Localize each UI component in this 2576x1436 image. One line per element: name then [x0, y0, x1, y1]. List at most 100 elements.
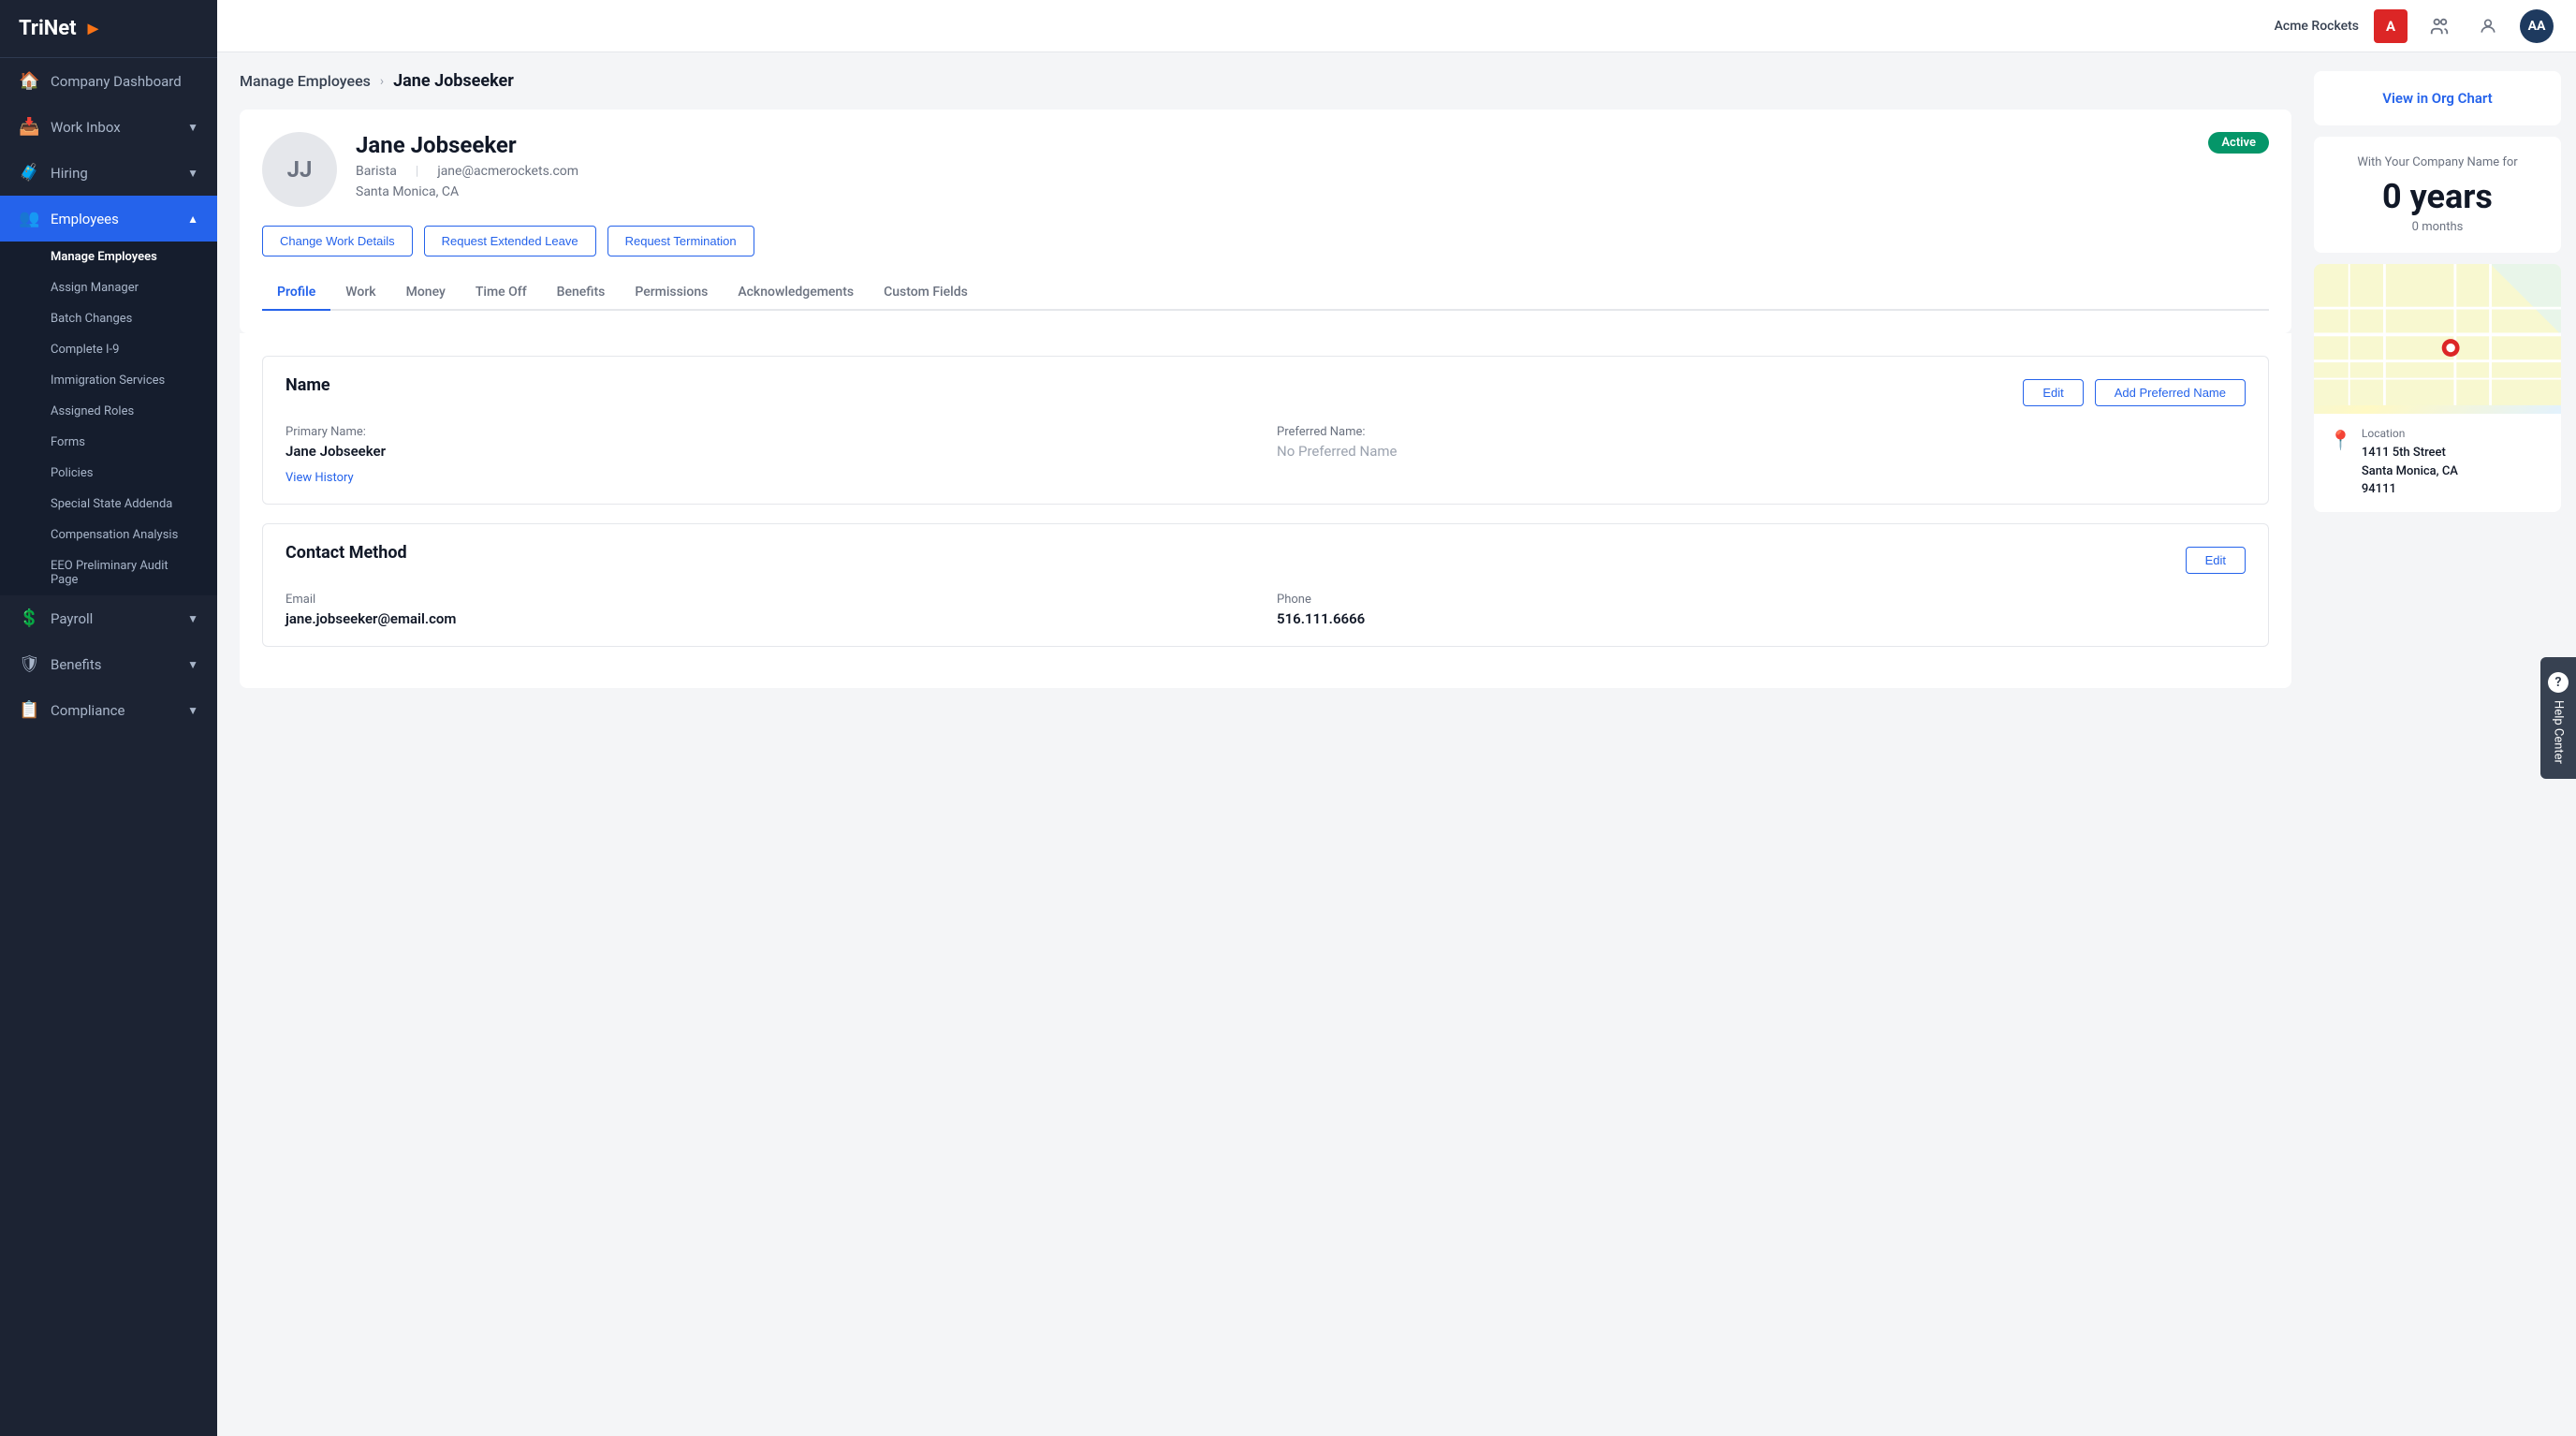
- tab-time-off[interactable]: Time Off: [461, 275, 542, 311]
- topbar: Acme Rockets A AA: [217, 0, 2576, 52]
- org-chart-card: View in Org Chart: [2314, 71, 2561, 125]
- tab-benefits[interactable]: Benefits: [542, 275, 621, 311]
- employee-card: JJ Jane Jobseeker Barista | jane@acmeroc…: [240, 110, 2291, 333]
- breadcrumb: Manage Employees › Jane Jobseeker: [240, 71, 2291, 91]
- view-history-link[interactable]: View History: [285, 471, 354, 485]
- user-avatar[interactable]: AA: [2520, 9, 2554, 43]
- logo-arrow: ►: [84, 17, 103, 40]
- breadcrumb-current: Jane Jobseeker: [393, 71, 514, 91]
- status-badge: Active: [2208, 132, 2269, 154]
- sidebar-item-benefits[interactable]: 🛡 Benefits ▼: [0, 641, 217, 687]
- tenure-years: 0 years: [2333, 177, 2542, 216]
- email-label: Email: [285, 593, 1254, 607]
- company-name: Acme Rockets: [2275, 19, 2359, 34]
- contact-edit-button[interactable]: Edit: [2186, 547, 2246, 574]
- preferred-name-field: Preferred Name: No Preferred Name: [1277, 425, 2246, 485]
- sidebar-item-assign-manager[interactable]: Assign Manager: [0, 272, 217, 303]
- contact-grid: Email jane.jobseeker@email.com Phone 516…: [285, 593, 2246, 627]
- tab-acknowledgements[interactable]: Acknowledgements: [723, 275, 869, 311]
- location-info: 📍 Location 1411 5th Street Santa Monica,…: [2314, 414, 2561, 512]
- chevron-down-icon: ▼: [187, 167, 198, 180]
- sidebar-item-batch-changes[interactable]: Batch Changes: [0, 303, 217, 334]
- email-value: jane.jobseeker@email.com: [285, 610, 1254, 627]
- breadcrumb-separator: ›: [380, 74, 384, 89]
- contact-section-card: Contact Method Edit Email jane.jobseeker…: [262, 523, 2269, 647]
- compliance-icon: 📋: [19, 700, 39, 720]
- request-termination-button[interactable]: Request Termination: [607, 226, 754, 256]
- name-section-header: Name Edit Add Preferred Name: [285, 375, 2246, 410]
- contact-section-header: Contact Method Edit: [285, 543, 2246, 578]
- tenure-card: With Your Company Name for 0 years 0 mon…: [2314, 137, 2561, 253]
- user-icon-button[interactable]: [2471, 9, 2505, 43]
- primary-name-label: Primary Name:: [285, 425, 1254, 439]
- employee-actions: Change Work Details Request Extended Lea…: [262, 226, 2269, 256]
- sidebar-item-manage-employees[interactable]: Manage Employees: [0, 242, 217, 272]
- location-pin-icon: 📍: [2329, 429, 2352, 451]
- tab-work[interactable]: Work: [330, 275, 390, 311]
- benefits-icon: 🛡: [19, 654, 39, 674]
- sidebar-item-forms[interactable]: Forms: [0, 427, 217, 458]
- sidebar-logo[interactable]: TriNet ►: [0, 0, 217, 58]
- location-label: Location: [2362, 427, 2458, 440]
- location-address-line2: Santa Monica, CA: [2362, 462, 2458, 481]
- sidebar-item-hiring[interactable]: 🧳 Hiring ▼: [0, 150, 217, 196]
- help-center-tab[interactable]: ? Help Center: [2540, 657, 2576, 779]
- sidebar-item-work-inbox[interactable]: 📥 Work Inbox ▼: [0, 104, 217, 150]
- chevron-down-icon: ▼: [187, 704, 198, 717]
- sidebar-item-employees[interactable]: 👥 Employees ▲: [0, 196, 217, 242]
- sidebar-item-policies[interactable]: Policies: [0, 458, 217, 489]
- phone-value: 516.111.6666: [1277, 610, 2246, 627]
- sidebar-item-special-state-addenda[interactable]: Special State Addenda: [0, 489, 217, 520]
- main-area: Acme Rockets A AA Manage Employees › Jan…: [217, 0, 2576, 1436]
- employee-email: jane@acmerockets.com: [437, 164, 578, 179]
- change-work-details-button[interactable]: Change Work Details: [262, 226, 413, 256]
- page-content: Manage Employees › Jane Jobseeker JJ Jan…: [217, 52, 2314, 1436]
- view-org-chart-link[interactable]: View in Org Chart: [2382, 90, 2492, 107]
- breadcrumb-parent[interactable]: Manage Employees: [240, 72, 371, 90]
- sidebar-item-company-dashboard[interactable]: 🏠 Company Dashboard: [0, 58, 217, 104]
- briefcase-icon: 🧳: [19, 163, 39, 183]
- map-roads-svg: [2314, 264, 2561, 405]
- sidebar: TriNet ► 🏠 Company Dashboard 📥 Work Inbo…: [0, 0, 217, 1436]
- tenure-months: 0 months: [2333, 220, 2542, 234]
- employee-location: Santa Monica, CA: [356, 184, 459, 199]
- sidebar-item-payroll[interactable]: 💲 Payroll ▼: [0, 595, 217, 641]
- sidebar-item-label: Hiring: [51, 165, 176, 182]
- chevron-down-icon: ▼: [187, 121, 198, 134]
- home-icon: 🏠: [19, 71, 39, 91]
- employees-icon: 👥: [19, 209, 39, 228]
- sidebar-item-label: Compliance: [51, 702, 176, 719]
- content-area: Manage Employees › Jane Jobseeker JJ Jan…: [217, 52, 2576, 1436]
- meta-divider: |: [416, 164, 418, 179]
- location-address-line3: 94111: [2362, 480, 2458, 499]
- profile-section: Name Edit Add Preferred Name Primary Nam…: [240, 333, 2291, 688]
- request-extended-leave-button[interactable]: Request Extended Leave: [424, 226, 596, 256]
- sidebar-item-immigration-services[interactable]: Immigration Services: [0, 365, 217, 396]
- tab-custom-fields[interactable]: Custom Fields: [869, 275, 983, 311]
- logo-text: TriNet: [19, 17, 77, 40]
- team-icon-button[interactable]: [2422, 9, 2456, 43]
- name-grid: Primary Name: Jane Jobseeker View Histor…: [285, 425, 2246, 485]
- tab-money[interactable]: Money: [391, 275, 461, 311]
- phone-field: Phone 516.111.6666: [1277, 593, 2246, 627]
- employee-info: Jane Jobseeker Barista | jane@acmerocket…: [356, 132, 2189, 199]
- primary-name-field: Primary Name: Jane Jobseeker View Histor…: [285, 425, 1254, 485]
- sidebar-item-complete-i9[interactable]: Complete I-9: [0, 334, 217, 365]
- sidebar-item-compensation-analysis[interactable]: Compensation Analysis: [0, 520, 217, 550]
- profile-tabs: Profile Work Money Time Off Benefits Per…: [262, 275, 2269, 311]
- sidebar-item-label: Employees: [51, 211, 176, 227]
- sidebar-item-eeo-audit[interactable]: EEO Preliminary Audit Page: [0, 550, 217, 595]
- tab-profile[interactable]: Profile: [262, 275, 330, 311]
- help-center-label: Help Center: [2552, 700, 2566, 764]
- sidebar-item-compliance[interactable]: 📋 Compliance ▼: [0, 687, 217, 733]
- map-placeholder: [2314, 264, 2561, 414]
- name-edit-button[interactable]: Edit: [2023, 379, 2083, 406]
- brand-badge[interactable]: A: [2374, 9, 2408, 43]
- tab-permissions[interactable]: Permissions: [620, 275, 723, 311]
- sidebar-item-assigned-roles[interactable]: Assigned Roles: [0, 396, 217, 427]
- employee-header: JJ Jane Jobseeker Barista | jane@acmeroc…: [262, 132, 2269, 207]
- location-details: Location 1411 5th Street Santa Monica, C…: [2362, 427, 2458, 499]
- inbox-icon: 📥: [19, 117, 39, 137]
- add-preferred-name-button[interactable]: Add Preferred Name: [2095, 379, 2246, 406]
- name-section-card: Name Edit Add Preferred Name Primary Nam…: [262, 356, 2269, 505]
